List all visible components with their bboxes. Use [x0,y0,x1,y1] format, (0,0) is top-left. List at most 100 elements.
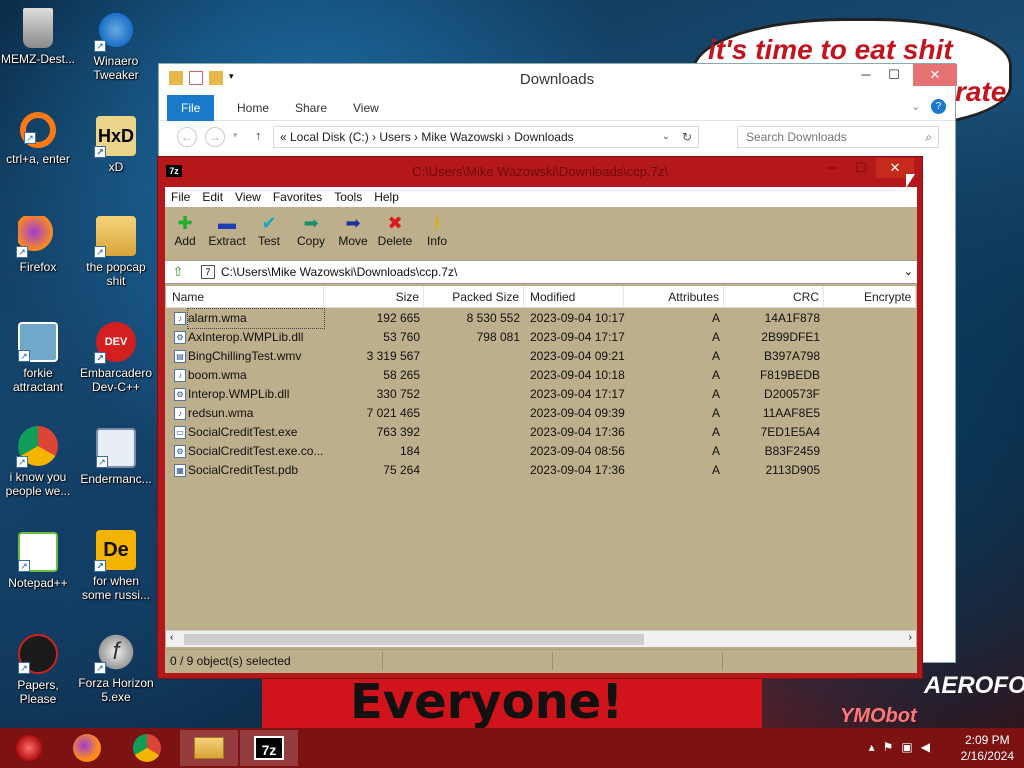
address-dropdown-icon[interactable]: ⌄ [662,127,670,147]
tab-share[interactable]: Share [281,95,341,121]
minimize-button[interactable]: ─ [851,64,881,86]
taskbar-firefox[interactable] [58,730,116,766]
path-text[interactable]: C:\Users\Mike Wazowski\Downloads\ccp.7z\ [221,261,457,283]
file-packed-size: 798 081 [476,330,520,344]
move-arrow-icon: ➡ [345,213,361,233]
column-packed-size[interactable]: Packed Size [424,286,524,308]
tab-home[interactable]: Home [223,95,283,121]
up-button[interactable]: ↑ [255,128,262,143]
desktop-icon-firefox[interactable]: ↗ Firefox [0,216,76,274]
search-input[interactable]: Search Downloads ⌕ [737,126,939,148]
column-crc[interactable]: CRC [724,286,824,308]
column-modified[interactable]: Modified [524,286,624,308]
taskbar-7zip[interactable]: 7z [240,730,298,766]
desktop-icon-endermanch[interactable]: ↗ Endermanc... [78,428,154,486]
copy-button[interactable]: ➡ Copy [289,212,333,248]
menu-help[interactable]: Help [368,187,405,207]
table-row[interactable]: ▦ SocialCreditTest.pdb 75 264 2023-09-04… [166,461,916,480]
maximize-button[interactable]: ☐ [848,159,874,179]
path-bar[interactable]: ⇧ 7 C:\Users\Mike Wazowski\Downloads\ccp… [165,260,917,284]
start-button[interactable] [0,730,58,766]
info-button[interactable]: i Info [415,212,459,248]
file-name[interactable]: boom.wma [188,366,324,385]
menu-file[interactable]: File [165,187,196,207]
desktop-icon-devcpp[interactable]: DEV ↗ Embarcadero Dev-C++ [78,322,154,394]
maximize-button[interactable]: ☐ [879,64,909,86]
breadcrumb[interactable]: « Local Disk (C:) › Users › Mike Wazowsk… [280,130,574,144]
desktop-icon-popcap[interactable]: ↗ the popcap shit [78,216,154,288]
scroll-right-icon[interactable]: › [909,632,912,643]
desktop-icon-ctrl-a[interactable]: ↗ ctrl+a, enter [0,112,76,166]
forward-button[interactable]: → [205,127,225,147]
refresh-icon[interactable]: ↻ [682,127,692,147]
desktop-icon-xd[interactable]: HxD ↗ xD [78,116,154,174]
scroll-left-icon[interactable]: ‹ [170,632,173,643]
add-button[interactable]: ✚ Add [163,212,207,248]
network-icon[interactable]: ▣ [901,740,920,754]
menu-edit[interactable]: Edit [196,187,229,207]
table-row[interactable]: ♪ redsun.wma 7 021 465 2023-09-04 09:39 … [166,404,916,423]
table-row[interactable]: ⚙ AxInterop.WMPLib.dll 53 760 798 081 20… [166,328,916,347]
file-name[interactable]: alarm.wma [187,308,325,329]
column-name[interactable]: Name [166,286,324,308]
help-icon[interactable]: ? [931,99,946,114]
move-button[interactable]: ➡ Move [331,212,375,248]
file-list-header: Name Size Packed Size Modified Attribute… [166,286,916,308]
file-name[interactable]: SocialCreditTest.pdb [188,461,324,480]
clock[interactable]: 2:09 PM 2/16/2024 [961,732,1014,764]
back-button[interactable]: ← [177,127,197,147]
desktop-icon-winaero[interactable]: ↗ Winaero Tweaker [78,10,154,82]
table-row[interactable]: ⚙ Interop.WMPLib.dll 330 752 2023-09-04 … [166,385,916,404]
file-name[interactable]: AxInterop.WMPLib.dll [188,328,324,347]
table-row[interactable]: ▤ BingChillingTest.wmv 3 319 567 2023-09… [166,347,916,366]
file-name[interactable]: SocialCreditTest.exe.co... [188,442,324,461]
menu-view[interactable]: View [229,187,267,207]
address-bar[interactable]: « Local Disk (C:) › Users › Mike Wazowsk… [273,126,699,148]
column-attributes[interactable]: Attributes [624,286,724,308]
desktop-icon-chrome[interactable]: ↗ i know you people we... [0,426,76,498]
file-name[interactable]: Interop.WMPLib.dll [188,385,324,404]
ribbon-expand-icon[interactable]: ⌄ [911,100,920,113]
minimize-button[interactable]: ─ [818,159,846,179]
table-row[interactable]: ♪ boom.wma 58 265 2023-09-04 10:18 A F81… [166,366,916,385]
selection-status: 0 / 9 object(s) selected [170,654,291,668]
table-row[interactable]: ▭ SocialCreditTest.exe 763 392 2023-09-0… [166,423,916,442]
desktop-icon-papers-please[interactable]: ↗ Papers, Please [0,634,76,706]
folder-up-icon[interactable]: ⇧ [169,264,187,280]
desktop-icon-notepadpp[interactable]: ↗ Notepad++ [0,532,76,590]
desktop-icon-forkie[interactable]: ↗ forkie attractant [0,322,76,394]
recent-locations-icon[interactable]: ▾ [233,130,238,141]
horizontal-scrollbar[interactable]: ‹ › [166,630,916,647]
scrollbar-thumb[interactable] [184,634,644,645]
file-name[interactable]: SocialCreditTest.exe [188,423,324,442]
sevenzip-window[interactable]: 7z C:\Users\Mike Wazowski\Downloads\ccp.… [157,156,923,679]
explorer-titlebar[interactable]: ▾ Downloads ─ ☐ ✕ [159,64,957,94]
desktop-icon-forza[interactable]: f ↗ Forza Horizon 5.exe [78,632,154,704]
file-crc: 2113D905 [765,463,821,477]
flag-icon[interactable]: ⚑ [883,740,902,754]
extract-button[interactable]: ▬ Extract [205,212,249,248]
tab-view[interactable]: View [339,95,393,121]
test-button[interactable]: ✔ Test [247,212,291,248]
menu-favorites[interactable]: Favorites [267,187,328,207]
table-row[interactable]: ⚙ SocialCreditTest.exe.co... 184 2023-09… [166,442,916,461]
sevenzip-titlebar[interactable]: 7z C:\Users\Mike Wazowski\Downloads\ccp.… [158,157,922,184]
table-row[interactable]: ♪ alarm.wma 192 665 8 530 552 2023-09-04… [166,308,916,329]
file-name[interactable]: redsun.wma [188,404,324,423]
system-tray[interactable]: ▴⚑▣◀ [869,740,938,754]
delete-button[interactable]: ✖ Delete [373,212,417,248]
taskbar-file-explorer[interactable] [180,730,238,766]
volume-icon[interactable]: ◀ [921,740,938,754]
desktop-icon-russian[interactable]: De ↗ for when some russi... [78,530,154,602]
chevron-up-icon[interactable]: ▴ [869,740,883,754]
menu-tools[interactable]: Tools [328,187,368,207]
close-button[interactable]: ✕ [913,64,957,86]
desktop-icon-memz[interactable]: MEMZ-Dest... [0,8,76,66]
column-size[interactable]: Size [324,286,424,308]
file-name[interactable]: BingChillingTest.wmv [188,347,324,366]
column-encrypted[interactable]: Encrypte [824,286,916,308]
taskbar-chrome[interactable] [118,730,176,766]
tab-file[interactable]: File [167,95,215,121]
wallpaper-right-tag2: YMObot [840,705,917,727]
path-dropdown-icon[interactable]: ⌄ [904,261,913,283]
